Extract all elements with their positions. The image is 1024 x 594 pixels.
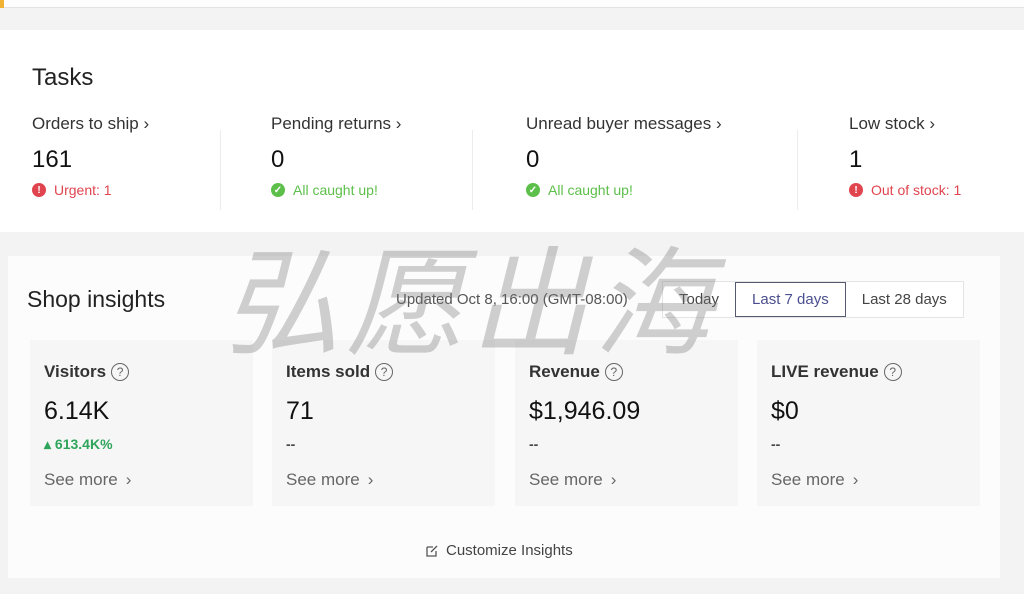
metric-label: Visitors (44, 362, 107, 381)
metric-card-revenue: Revenue? $1,946.09 -- See more › (515, 340, 738, 506)
check-icon: ✓ (271, 183, 285, 197)
top-accent (0, 0, 4, 8)
metric-change: -- (529, 436, 539, 452)
metric-value: 71 (286, 397, 314, 425)
help-icon[interactable]: ? (375, 363, 394, 381)
task-label: Low stock (849, 114, 925, 133)
divider (472, 130, 473, 210)
edit-icon (426, 545, 438, 557)
task-status: All caught up! (548, 182, 633, 198)
help-icon[interactable]: ? (883, 363, 902, 381)
chevron-right-icon: › (610, 470, 617, 489)
metric-label: LIVE revenue (771, 362, 879, 381)
metric-value: $1,946.09 (529, 397, 641, 425)
check-icon: ✓ (526, 183, 540, 197)
metric-value: $0 (771, 397, 799, 425)
task-value: 0 (271, 146, 285, 173)
metric-value: 6.14K (44, 397, 110, 425)
range-today[interactable]: Today (663, 282, 735, 317)
chevron-right-icon: › (395, 114, 402, 133)
see-more-link[interactable]: See more › (286, 470, 495, 490)
task-label: Orders to ship (32, 114, 139, 133)
see-more-link[interactable]: See more › (44, 470, 253, 490)
divider (797, 130, 798, 210)
chevron-right-icon: › (143, 114, 150, 133)
see-more-label: See more (529, 470, 603, 489)
chevron-right-icon: › (367, 470, 374, 489)
date-range-selector: Today Last 7 days Last 28 days (662, 281, 964, 318)
insights-title: Shop insights (27, 286, 166, 312)
metric-card-items-sold: Items sold? 71 -- See more › (272, 340, 495, 506)
metric-label: Items sold (286, 362, 371, 381)
customize-label: Customize Insights (446, 542, 573, 559)
range-last-28-days[interactable]: Last 28 days (846, 282, 963, 317)
see-more-label: See more (286, 470, 360, 489)
metric-card-visitors: Visitors? 6.14K ▴ 613.4K% See more › (30, 340, 253, 506)
see-more-label: See more (771, 470, 845, 489)
updated-time: Updated Oct 8, 16:00 (GMT-08:00) (396, 291, 628, 308)
shop-insights-section: Shop insights Updated Oct 8, 16:00 (GMT-… (8, 256, 1000, 578)
help-icon[interactable]: ? (111, 363, 130, 381)
chevron-right-icon: › (929, 114, 935, 133)
tasks-section: Tasks Orders to ship › 161 ! Urgent: 1 Pe… (0, 30, 1024, 232)
task-status: Out of stock: 1 (871, 182, 962, 198)
metric-change: 613.4K% (54, 436, 113, 452)
task-pending-returns[interactable]: Pending returns › 0 ✓ All caught up! (271, 114, 401, 198)
error-icon: ! (849, 183, 863, 197)
arrow-up-icon: ▴ (44, 436, 52, 452)
tasks-title: Tasks (32, 64, 94, 91)
range-last-7-days[interactable]: Last 7 days (735, 282, 846, 317)
see-more-link[interactable]: See more › (529, 470, 738, 490)
task-low-stock[interactable]: Low stock › 1 ! Out of stock: 1 (849, 114, 961, 198)
top-bar (0, 0, 1024, 8)
help-icon[interactable]: ? (604, 363, 623, 381)
error-icon: ! (32, 183, 46, 197)
task-value: 0 (526, 146, 540, 173)
task-status: Urgent: 1 (54, 182, 112, 198)
divider (220, 130, 221, 210)
metric-card-live-revenue: LIVE revenue? $0 -- See more › (757, 340, 980, 506)
task-label: Unread buyer messages (526, 114, 712, 133)
customize-insights-button[interactable]: Customize Insights (425, 542, 573, 559)
task-value: 1 (849, 146, 863, 173)
chevron-right-icon: › (715, 114, 722, 133)
see-more-link[interactable]: See more › (771, 470, 980, 490)
chevron-right-icon: › (125, 470, 132, 489)
task-label: Pending returns (271, 114, 392, 133)
metric-change: -- (286, 436, 296, 452)
metric-label: Revenue (529, 362, 600, 381)
chevron-right-icon: › (852, 470, 859, 489)
see-more-label: See more (44, 470, 118, 489)
task-unread-messages[interactable]: Unread buyer messages › 0 ✓ All caught up… (526, 114, 722, 198)
metric-change: -- (771, 436, 781, 452)
task-status: All caught up! (293, 182, 378, 198)
task-orders-to-ship[interactable]: Orders to ship › 161 ! Urgent: 1 (32, 114, 149, 198)
task-value: 161 (32, 146, 73, 173)
